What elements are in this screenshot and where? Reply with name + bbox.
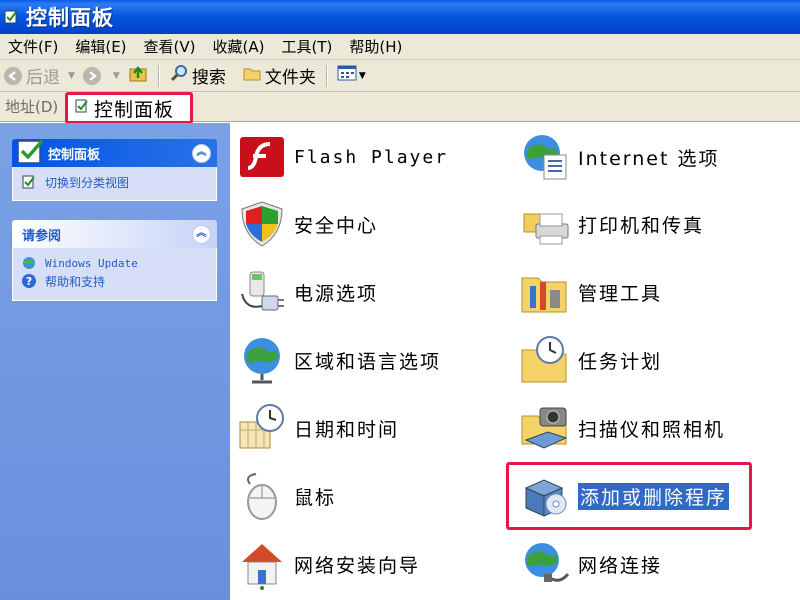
printer-icon (523, 213, 569, 245)
menu-view[interactable]: 查看(V) (136, 36, 205, 57)
windows-update-link[interactable]: Windows Update (21, 254, 208, 272)
item-label: 打印机和传真 (578, 214, 705, 237)
item-scanners-and-cameras[interactable]: 扫描仪和照相机 (520, 400, 725, 456)
address-field[interactable]: 控制面板 (65, 92, 193, 124)
item-label: 网络连接 (578, 554, 663, 577)
task-pane: 控制面板 ︽ 切换到分类视图 请参阅 ︽ Windows Update ? 帮助… (0, 123, 230, 600)
highlight-box (506, 462, 752, 530)
item-date-and-time[interactable]: 日期和时间 (236, 400, 399, 456)
forward-dropdown-icon[interactable]: ▼ (113, 71, 120, 81)
address-label: 地址(D) (5, 98, 59, 116)
shield-icon (241, 201, 283, 247)
switch-to-category-view-link[interactable]: 切换到分类视图 (21, 173, 208, 191)
item-label: 鼠标 (294, 486, 337, 509)
item-label: 扫描仪和照相机 (578, 418, 726, 441)
folders-label: 文件夹 (264, 68, 316, 88)
back-label: 后退 (26, 68, 60, 88)
folders-button[interactable]: 文件夹 (238, 62, 320, 90)
globe-icon (244, 338, 280, 384)
control-panel-icon (2, 8, 20, 26)
calendar-clock-icon (239, 404, 284, 449)
item-label: Flash Player (294, 146, 449, 168)
item-label: 任务计划 (578, 350, 663, 373)
network-globe-icon (525, 543, 570, 582)
address-bar: 地址(D) 控制面板 (0, 92, 800, 124)
windows-update-label: Windows Update (45, 256, 138, 270)
item-label: Internet 选项 (578, 147, 720, 170)
item-security-center[interactable]: 安全中心 (236, 196, 378, 252)
flash-icon (240, 137, 284, 177)
control-panel-items: Flash Player Internet 选项 安全中心 打印机和传真 电源选… (230, 123, 800, 600)
svg-text:?: ? (26, 275, 32, 288)
collapse-chevron-icon[interactable]: ︽ (192, 143, 211, 163)
see-also-section-header[interactable]: 请参阅 ︽ (12, 220, 217, 248)
see-also-section-title: 请参阅 (22, 228, 62, 244)
folder-up-icon (128, 63, 148, 88)
forward-button[interactable] (79, 62, 109, 90)
title-bar: 控制面板 (0, 0, 800, 34)
item-network-setup-wizard[interactable]: 网络安装向导 (236, 536, 420, 592)
item-label: 日期和时间 (294, 418, 400, 441)
search-label: 搜索 (191, 68, 226, 88)
toolbar: 后退 ▼ ▼ 搜索 文件夹 ▼ (0, 60, 800, 92)
toolbar-separator (325, 64, 327, 87)
control-panel-section-title: 控制面板 (48, 147, 101, 163)
item-network-connections[interactable]: 网络连接 (520, 536, 662, 592)
help-icon: ? (22, 274, 36, 288)
mouse-icon (247, 473, 277, 520)
see-also-section: 请参阅 ︽ Windows Update ? 帮助和支持 (12, 220, 217, 301)
toolbar-separator (157, 64, 159, 87)
clock-folder-icon (521, 336, 567, 383)
back-dropdown-icon[interactable]: ▼ (68, 71, 75, 81)
control-panel-section: 控制面板 ︽ 切换到分类视图 (12, 139, 217, 201)
item-mouse[interactable]: 鼠标 (236, 468, 336, 524)
menu-file[interactable]: 文件(F) (0, 36, 67, 57)
menu-edit[interactable]: 编辑(E) (67, 36, 135, 57)
switch-to-category-view-label: 切换到分类视图 (45, 175, 130, 190)
search-icon (169, 63, 189, 88)
item-label: 管理工具 (578, 282, 663, 305)
help-and-support-label: 帮助和支持 (45, 274, 106, 289)
search-button[interactable]: 搜索 (165, 62, 230, 90)
back-arrow-icon (4, 66, 22, 85)
item-label: 区域和语言选项 (294, 350, 442, 373)
globe-settings-icon (524, 135, 567, 180)
item-internet-options[interactable]: Internet 选项 (520, 129, 719, 185)
forward-arrow-icon (82, 66, 101, 85)
control-panel-icon (74, 98, 90, 118)
tools-folder-icon (521, 277, 567, 313)
window-title: 控制面板 (26, 6, 114, 30)
views-grid-icon (337, 65, 357, 86)
views-button[interactable]: ▼ (333, 62, 370, 90)
camera-scanner-icon (521, 407, 568, 449)
back-button[interactable]: 后退 (0, 62, 64, 90)
item-power-options[interactable]: 电源选项 (236, 264, 378, 320)
folder-icon (242, 63, 262, 88)
item-administrative-tools[interactable]: 管理工具 (520, 264, 662, 320)
windows-update-icon (23, 257, 35, 269)
category-view-icon (22, 175, 35, 189)
control-panel-large-icon (17, 139, 44, 164)
item-label: 安全中心 (294, 214, 379, 237)
item-label: 网络安装向导 (294, 554, 421, 577)
collapse-chevron-icon[interactable]: ︽ (192, 224, 211, 244)
menu-help[interactable]: 帮助(H) (341, 36, 411, 57)
item-label: 电源选项 (294, 282, 379, 305)
views-dropdown-icon: ▼ (358, 70, 366, 81)
item-scheduled-tasks[interactable]: 任务计划 (520, 332, 662, 388)
item-printers-and-faxes[interactable]: 打印机和传真 (520, 196, 704, 252)
item-flash-player[interactable]: Flash Player (236, 129, 448, 185)
help-and-support-link[interactable]: ? 帮助和支持 (21, 272, 208, 290)
menu-tools[interactable]: 工具(T) (273, 36, 341, 57)
menu-favorites[interactable]: 收藏(A) (205, 36, 274, 57)
item-regional-and-language-options[interactable]: 区域和语言选项 (236, 332, 441, 388)
menu-bar: 文件(F) 编辑(E) 查看(V) 收藏(A) 工具(T) 帮助(H) (0, 34, 800, 60)
power-plug-icon (241, 271, 284, 311)
address-value: 控制面板 (94, 98, 175, 121)
up-button[interactable] (124, 62, 152, 90)
home-network-icon (242, 544, 282, 590)
